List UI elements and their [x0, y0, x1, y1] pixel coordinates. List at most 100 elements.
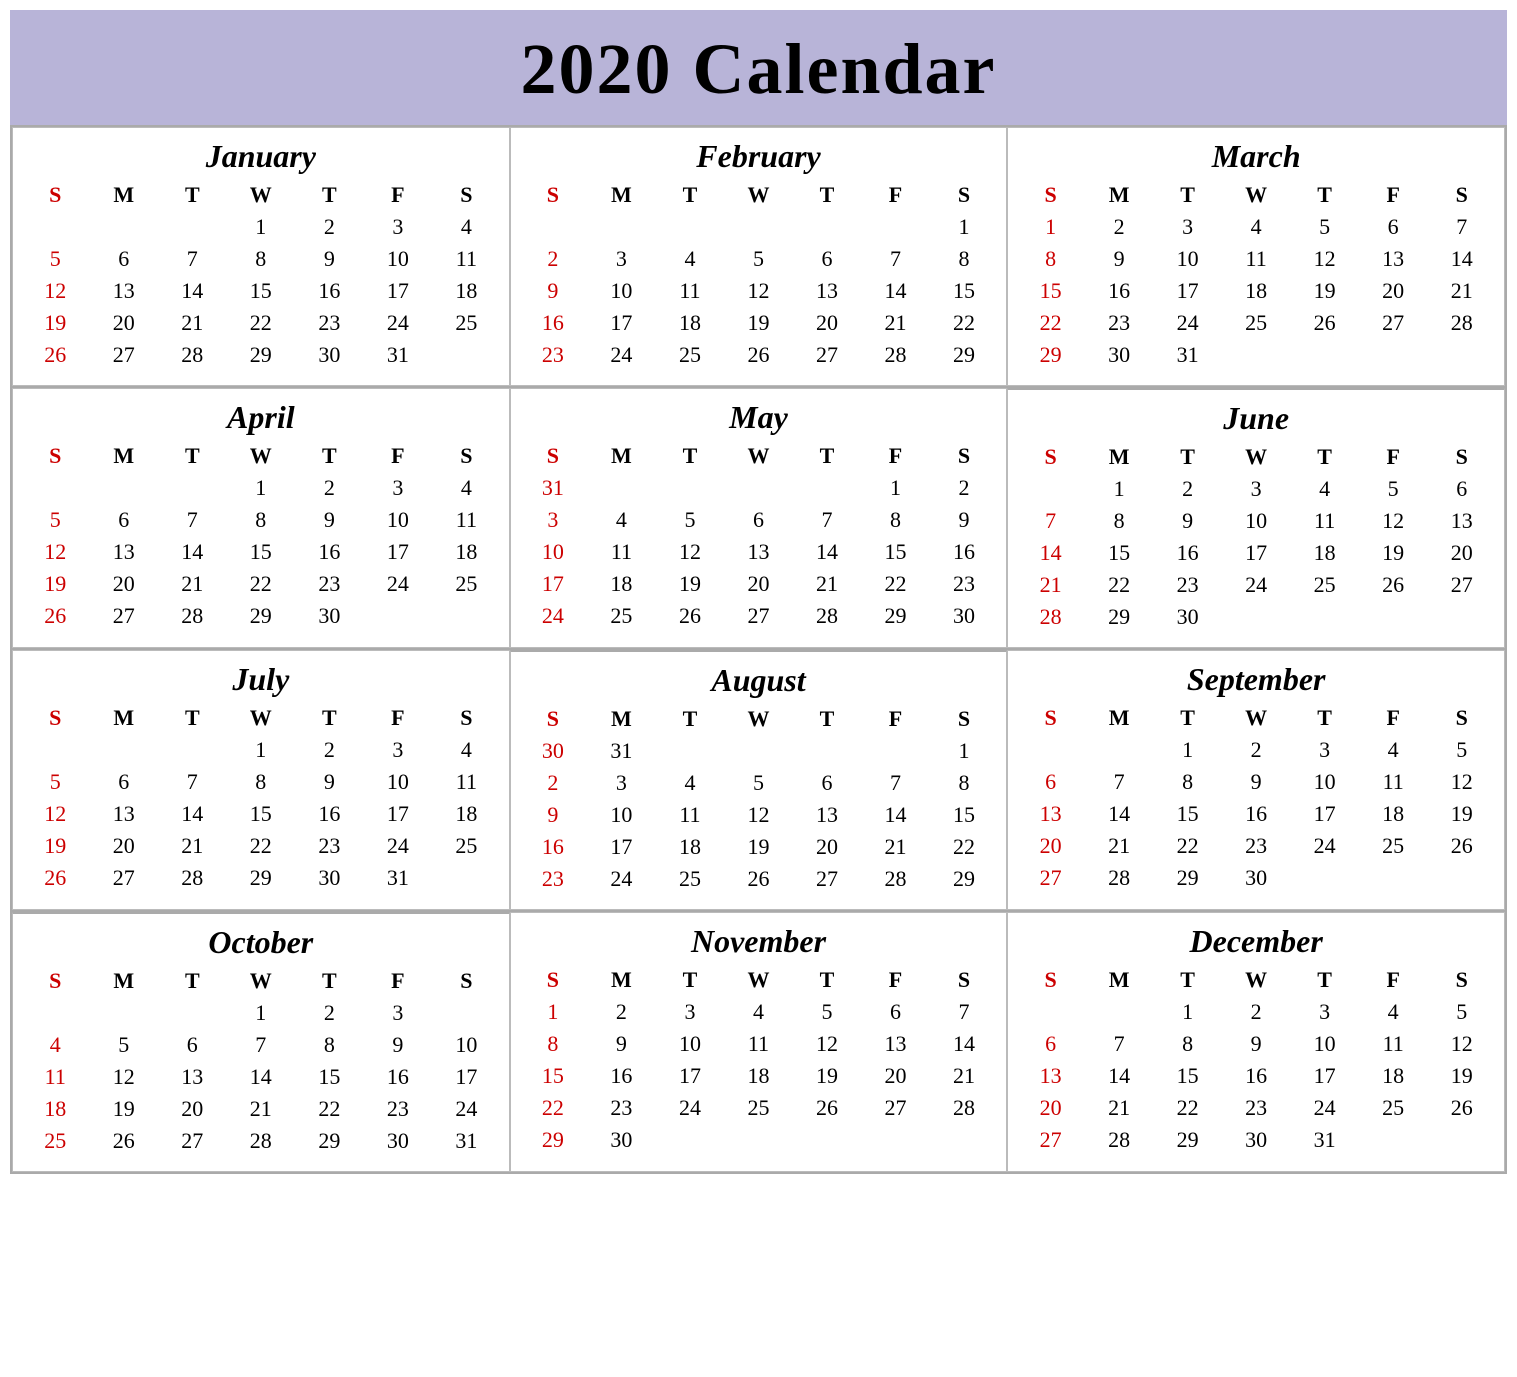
calendar-day[interactable]: 2	[519, 767, 588, 799]
calendar-day[interactable]: 1	[227, 734, 296, 766]
calendar-day[interactable]: 8	[295, 1029, 364, 1061]
calendar-day[interactable]: 27	[724, 600, 793, 632]
calendar-day[interactable]: 16	[1085, 275, 1154, 307]
calendar-day[interactable]: 8	[227, 504, 296, 536]
calendar-day[interactable]: 19	[1427, 1060, 1496, 1092]
calendar-day[interactable]: 5	[1427, 734, 1496, 766]
calendar-day[interactable]: 20	[90, 568, 159, 600]
calendar-day[interactable]: 11	[1359, 766, 1428, 798]
calendar-day[interactable]: 31	[1153, 339, 1222, 371]
calendar-day[interactable]: 25	[1359, 830, 1428, 862]
calendar-day[interactable]: 17	[1290, 798, 1359, 830]
calendar-day[interactable]	[724, 1124, 793, 1156]
calendar-day[interactable]: 4	[432, 211, 501, 243]
calendar-day[interactable]: 25	[724, 1092, 793, 1124]
calendar-day[interactable]: 2	[1222, 996, 1291, 1028]
calendar-day[interactable]: 7	[793, 504, 862, 536]
calendar-day[interactable]: 20	[158, 1093, 227, 1125]
calendar-day[interactable]: 5	[21, 504, 90, 536]
calendar-day[interactable]: 15	[930, 275, 999, 307]
calendar-day[interactable]: 22	[861, 568, 930, 600]
calendar-day[interactable]: 5	[21, 243, 90, 275]
calendar-day[interactable]: 29	[1016, 339, 1085, 371]
calendar-day[interactable]: 15	[295, 1061, 364, 1093]
calendar-day[interactable]: 19	[1359, 537, 1428, 569]
calendar-day[interactable]	[432, 997, 501, 1029]
calendar-day[interactable]: 13	[1359, 243, 1428, 275]
calendar-day[interactable]: 22	[930, 307, 999, 339]
calendar-day[interactable]: 7	[861, 767, 930, 799]
calendar-day[interactable]: 25	[432, 568, 501, 600]
calendar-day[interactable]: 26	[1290, 307, 1359, 339]
calendar-day[interactable]: 31	[432, 1125, 501, 1157]
calendar-day[interactable]: 7	[158, 243, 227, 275]
calendar-day[interactable]: 18	[587, 568, 656, 600]
calendar-day[interactable]: 9	[295, 243, 364, 275]
calendar-day[interactable]: 21	[930, 1060, 999, 1092]
calendar-day[interactable]: 30	[295, 600, 364, 632]
calendar-day[interactable]: 17	[587, 831, 656, 863]
calendar-day[interactable]: 17	[364, 275, 433, 307]
calendar-day[interactable]: 13	[1016, 798, 1085, 830]
calendar-day[interactable]: 23	[295, 830, 364, 862]
calendar-day[interactable]: 6	[793, 243, 862, 275]
calendar-day[interactable]: 8	[1016, 243, 1085, 275]
calendar-day[interactable]: 10	[364, 504, 433, 536]
calendar-day[interactable]: 18	[21, 1093, 90, 1125]
calendar-day[interactable]: 2	[1153, 473, 1222, 505]
calendar-day[interactable]	[90, 211, 159, 243]
calendar-day[interactable]: 3	[364, 997, 433, 1029]
calendar-day[interactable]	[1085, 996, 1154, 1028]
calendar-day[interactable]: 19	[21, 830, 90, 862]
calendar-day[interactable]: 24	[1290, 830, 1359, 862]
calendar-day[interactable]: 5	[1359, 473, 1428, 505]
calendar-day[interactable]: 22	[227, 307, 296, 339]
calendar-day[interactable]: 25	[1222, 307, 1291, 339]
calendar-day[interactable]: 21	[861, 307, 930, 339]
calendar-day[interactable]: 10	[1290, 1028, 1359, 1060]
calendar-day[interactable]: 25	[1290, 569, 1359, 601]
calendar-day[interactable]: 24	[364, 830, 433, 862]
calendar-day[interactable]: 13	[90, 536, 159, 568]
calendar-day[interactable]: 9	[930, 504, 999, 536]
calendar-day[interactable]: 9	[519, 799, 588, 831]
calendar-day[interactable]: 24	[1290, 1092, 1359, 1124]
calendar-day[interactable]: 13	[793, 275, 862, 307]
calendar-day[interactable]: 3	[587, 243, 656, 275]
calendar-day[interactable]: 10	[519, 536, 588, 568]
calendar-day[interactable]: 16	[587, 1060, 656, 1092]
calendar-day[interactable]: 25	[432, 307, 501, 339]
calendar-day[interactable]: 4	[1359, 996, 1428, 1028]
calendar-day[interactable]	[656, 472, 725, 504]
calendar-day[interactable]: 15	[227, 275, 296, 307]
calendar-day[interactable]: 22	[227, 830, 296, 862]
calendar-day[interactable]: 27	[1427, 569, 1496, 601]
calendar-day[interactable]: 20	[90, 830, 159, 862]
calendar-day[interactable]: 14	[1427, 243, 1496, 275]
calendar-day[interactable]	[724, 211, 793, 243]
calendar-day[interactable]: 14	[158, 798, 227, 830]
calendar-day[interactable]: 23	[295, 307, 364, 339]
calendar-day[interactable]	[861, 1124, 930, 1156]
calendar-day[interactable]: 10	[587, 799, 656, 831]
calendar-day[interactable]: 4	[1222, 211, 1291, 243]
calendar-day[interactable]	[1427, 862, 1496, 894]
calendar-day[interactable]: 24	[587, 863, 656, 895]
calendar-day[interactable]: 26	[1427, 830, 1496, 862]
calendar-day[interactable]: 25	[656, 863, 725, 895]
calendar-day[interactable]	[1016, 996, 1085, 1028]
calendar-day[interactable]: 11	[1359, 1028, 1428, 1060]
calendar-day[interactable]: 17	[587, 307, 656, 339]
calendar-day[interactable]: 13	[158, 1061, 227, 1093]
calendar-day[interactable]: 17	[1222, 537, 1291, 569]
calendar-day[interactable]: 9	[295, 766, 364, 798]
calendar-day[interactable]: 25	[432, 830, 501, 862]
calendar-day[interactable]: 12	[656, 536, 725, 568]
calendar-day[interactable]: 1	[227, 472, 296, 504]
calendar-day[interactable]	[1359, 862, 1428, 894]
calendar-day[interactable]	[793, 472, 862, 504]
calendar-day[interactable]: 22	[519, 1092, 588, 1124]
calendar-day[interactable]: 26	[21, 600, 90, 632]
calendar-day[interactable]	[90, 997, 159, 1029]
calendar-day[interactable]: 5	[1290, 211, 1359, 243]
